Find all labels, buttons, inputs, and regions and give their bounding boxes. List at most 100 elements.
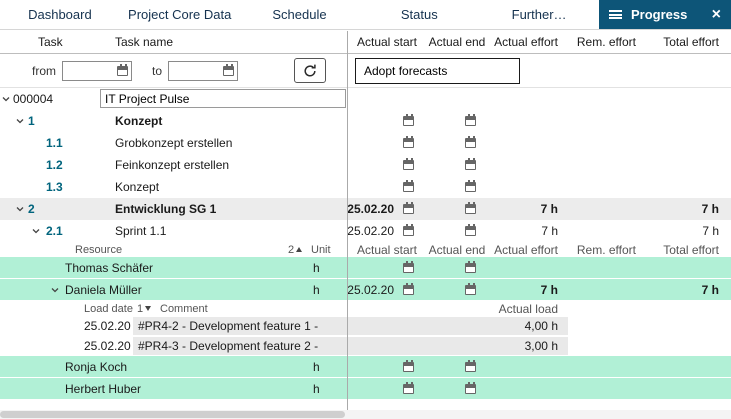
column-header-row: Task Task name Actual start Actual end A… [0, 30, 731, 54]
calendar-icon[interactable] [403, 116, 414, 126]
col-header-rem-effort[interactable]: Rem. effort [568, 243, 646, 257]
adopt-forecasts-button[interactable]: Adopt forecasts [355, 58, 520, 84]
calendar-icon[interactable] [403, 263, 414, 273]
task-row-2-1: 2.1 Sprint 1.1 25.02.20 7 h 7 h [0, 220, 731, 242]
actual-start-cell [348, 257, 426, 278]
calendar-icon[interactable] [465, 362, 476, 372]
to-label: to [152, 64, 162, 78]
sort-indicator[interactable]: 1 [137, 303, 151, 315]
col-header-unit[interactable]: Unit [311, 244, 331, 256]
resource-row: Thomas Schäfer h [0, 257, 731, 279]
collapse-chevron-icon[interactable] [15, 204, 25, 214]
col-header-actual-load[interactable]: Actual load [488, 302, 568, 316]
actual-start-value: 25.02.20 [347, 224, 394, 238]
task-id-link[interactable]: 1.3 [46, 180, 63, 194]
actual-start-cell: 25.02.20 [348, 198, 426, 220]
actual-end-cell [426, 220, 488, 242]
sort-desc-icon [145, 306, 151, 311]
collapse-chevron-icon[interactable] [15, 116, 25, 126]
calendar-icon[interactable] [403, 138, 414, 148]
resource-name: Ronja Koch [65, 360, 127, 374]
col-header-rem-effort[interactable]: Rem. effort [568, 35, 646, 49]
col-header-actual-end[interactable]: Actual end [426, 243, 488, 257]
calendar-icon[interactable] [465, 226, 476, 236]
task-id-link[interactable]: 1 [28, 114, 35, 128]
calendar-icon[interactable] [465, 160, 476, 170]
col-header-actual-start[interactable]: Actual start [348, 35, 426, 49]
resource-unit: h [313, 382, 320, 396]
collapse-chevron-icon[interactable] [31, 226, 41, 236]
project-id: 000004 [13, 92, 53, 106]
resource-name: Herbert Huber [65, 382, 141, 396]
project-row: 000004 [0, 88, 731, 110]
load-comment: #PR4-2 - Development feature 1 - [138, 319, 318, 333]
refresh-button[interactable] [294, 58, 326, 83]
horizontal-scrollbar [0, 410, 731, 419]
actual-start-value: 25.02.20 [347, 283, 394, 297]
calendar-icon[interactable] [465, 263, 476, 273]
calendar-icon[interactable] [223, 66, 234, 76]
calendar-icon[interactable] [403, 160, 414, 170]
task-name: Grobkonzept erstellen [115, 136, 232, 150]
resource-header-row: Resource 2 Unit Actual start Actual end … [0, 242, 731, 257]
tab-further[interactable]: Further… [479, 0, 599, 29]
col-header-actual-start[interactable]: Actual start [348, 243, 426, 257]
actual-start-value: 25.02.20 [347, 202, 394, 216]
actual-effort-value: 7 h [488, 283, 568, 297]
actual-start-cell [348, 378, 426, 399]
tab-project-core-data[interactable]: Project Core Data [120, 0, 240, 29]
menu-icon[interactable] [609, 10, 622, 19]
task-name: Sprint 1.1 [115, 224, 166, 238]
progress-view: Dashboard Project Core Data Schedule Sta… [0, 0, 731, 419]
col-header-task-name[interactable]: Task name [115, 35, 173, 49]
calendar-icon[interactable] [403, 384, 414, 394]
actual-start-cell [348, 154, 426, 176]
calendar-icon[interactable] [403, 362, 414, 372]
col-header-actual-end[interactable]: Actual end [426, 35, 488, 49]
task-id-link[interactable]: 1.1 [46, 136, 63, 150]
tab-dashboard[interactable]: Dashboard [0, 0, 120, 29]
col-header-total-effort[interactable]: Total effort [646, 243, 731, 257]
calendar-icon[interactable] [403, 285, 414, 295]
to-date-field [168, 61, 238, 81]
calendar-icon[interactable] [465, 204, 476, 214]
task-id-link[interactable]: 2 [28, 202, 35, 216]
project-name-input[interactable] [100, 89, 346, 108]
total-effort-value: 7 h [646, 283, 731, 297]
collapse-chevron-icon[interactable] [50, 285, 60, 295]
close-icon[interactable]: × [712, 7, 721, 23]
task-id-link[interactable]: 1.2 [46, 158, 63, 172]
col-header-actual-effort[interactable]: Actual effort [488, 35, 568, 49]
task-name: Konzept [115, 114, 162, 128]
task-row-1-1: 1.1 Grobkonzept erstellen [0, 132, 731, 154]
calendar-icon[interactable] [403, 182, 414, 192]
calendar-icon[interactable] [403, 204, 414, 214]
sort-indicator[interactable]: 2 [288, 244, 302, 256]
calendar-icon[interactable] [403, 226, 414, 236]
actual-end-cell [426, 279, 488, 300]
collapse-chevron-icon[interactable] [1, 94, 11, 104]
total-effort-value: 7 h [646, 202, 731, 216]
tab-schedule[interactable]: Schedule [240, 0, 360, 29]
resource-row-expanded: Daniela Müller h 25.02.20 7 h 7 h [0, 279, 731, 301]
col-header-comment[interactable]: Comment [160, 303, 208, 315]
calendar-icon[interactable] [465, 285, 476, 295]
tab-progress-active[interactable]: Progress × [599, 0, 731, 29]
col-header-total-effort[interactable]: Total effort [646, 35, 731, 49]
calendar-icon[interactable] [465, 384, 476, 394]
col-header-load-date[interactable]: Load date [84, 303, 133, 315]
calendar-icon[interactable] [465, 182, 476, 192]
actual-end-cell [426, 176, 488, 198]
col-header-actual-effort[interactable]: Actual effort [488, 243, 568, 257]
actual-end-cell [426, 378, 488, 399]
calendar-icon[interactable] [117, 66, 128, 76]
scrollbar-thumb[interactable] [0, 411, 345, 418]
task-name: Entwicklung SG 1 [115, 202, 216, 216]
tab-status[interactable]: Status [359, 0, 479, 29]
task-id-link[interactable]: 2.1 [46, 224, 63, 238]
col-header-resource[interactable]: Resource [75, 244, 122, 256]
sort-priority: 2 [288, 244, 294, 256]
calendar-icon[interactable] [465, 116, 476, 126]
calendar-icon[interactable] [465, 138, 476, 148]
col-header-task[interactable]: Task [38, 35, 63, 49]
